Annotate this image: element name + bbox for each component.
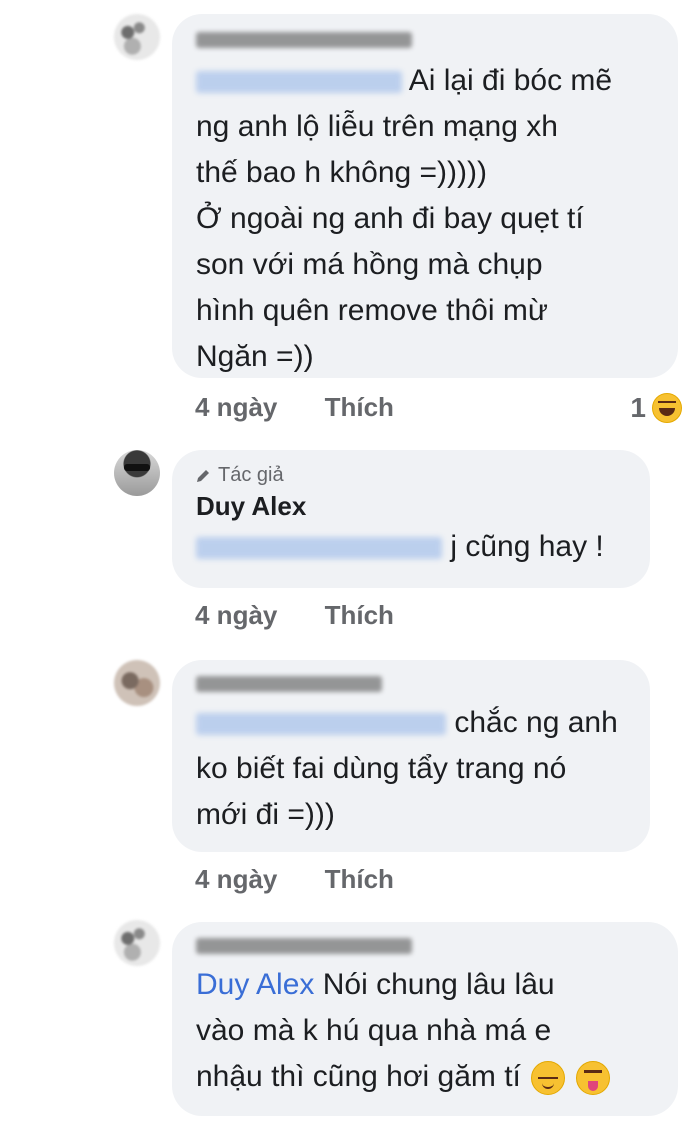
comment-bubble: Tác giả Duy Alex j cũng hay ! <box>172 450 650 588</box>
avatar[interactable] <box>114 920 160 966</box>
comment-bubble: Ai lại đi bóc mẽ ng anh lộ liễu trên mạn… <box>172 14 678 378</box>
like-button[interactable]: Thích <box>325 392 394 422</box>
pencil-icon <box>197 469 209 482</box>
comment-bubble: Duy Alex Nói chung lâu lâu vào mà k hú q… <box>172 922 678 1116</box>
mention-blurred[interactable] <box>196 713 446 736</box>
like-button[interactable]: Thích <box>325 864 394 894</box>
avatar[interactable] <box>114 14 160 60</box>
comment-text: j cũng hay ! <box>196 524 624 570</box>
avatar[interactable] <box>114 450 160 496</box>
relieved-emoji-icon <box>531 1061 566 1096</box>
commenter-name-blurred[interactable] <box>196 938 652 962</box>
reaction-count: 1 <box>630 392 646 423</box>
mention-link[interactable]: Duy Alex <box>196 968 314 1001</box>
mention-blurred[interactable] <box>196 71 402 94</box>
squinting-tongue-emoji-icon <box>575 1061 610 1096</box>
author-name[interactable]: Duy Alex <box>196 491 624 522</box>
comment-text: chắc ng anh ko biết fai dùng tẩy trang n… <box>196 706 618 831</box>
comment-meta: 4 ngày Thích <box>195 392 434 423</box>
author-badge: Tác giả <box>196 464 624 487</box>
like-button[interactable]: Thích <box>325 600 394 630</box>
mention-blurred[interactable] <box>196 537 442 560</box>
timestamp[interactable]: 4 ngày <box>195 392 277 422</box>
comment-text: Duy Alex Nói chung lâu lâu vào mà k hú q… <box>196 962 652 1100</box>
commenter-name-blurred[interactable] <box>196 32 652 58</box>
comment-meta: 4 ngày Thích <box>195 600 434 631</box>
laugh-emoji-icon <box>652 393 682 423</box>
timestamp[interactable]: 4 ngày <box>195 864 277 894</box>
comment-meta: 4 ngày Thích <box>195 864 434 895</box>
comment-text: Ai lại đi bóc mẽ ng anh lộ liễu trên mạn… <box>196 64 613 373</box>
reaction-summary[interactable]: 1 <box>630 392 682 424</box>
avatar[interactable] <box>114 660 160 706</box>
timestamp[interactable]: 4 ngày <box>195 600 277 630</box>
avatar-glasses <box>124 464 150 471</box>
comment-bubble: chắc ng anh ko biết fai dùng tẩy trang n… <box>172 660 650 852</box>
commenter-name-blurred[interactable] <box>196 676 624 700</box>
